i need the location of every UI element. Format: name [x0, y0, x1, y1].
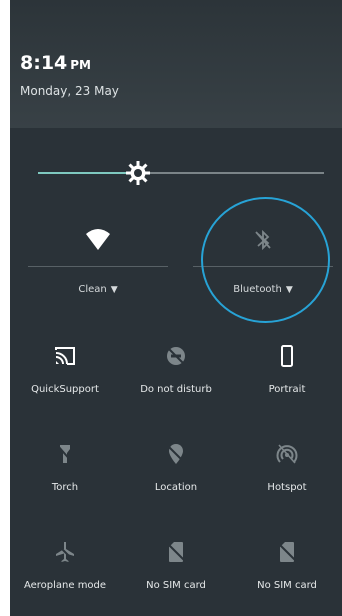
bluetooth-highlight-circle [201, 197, 330, 323]
clock[interactable]: 8:14 PM [20, 52, 91, 74]
tile-quicksupport[interactable]: QuickSupport [10, 338, 120, 408]
wifi-divider [28, 266, 168, 267]
do-not-disturb-icon [167, 347, 185, 365]
tile-torch[interactable]: Torch [10, 436, 120, 506]
wifi-toggle[interactable]: Clean ▼ [28, 222, 168, 312]
tile-location[interactable]: Location [121, 436, 231, 506]
hotspot-off-icon [276, 444, 298, 464]
tile-label: Hotspot [267, 482, 307, 493]
torch-off-icon [57, 445, 73, 463]
phone-portrait-icon [281, 345, 293, 367]
tile-label: No SIM card [257, 580, 317, 591]
brightness-slider[interactable] [38, 160, 324, 188]
tile-label: Aeroplane mode [23, 580, 107, 591]
date-text: Monday, 23 May [20, 84, 119, 98]
brightness-track-fill [38, 172, 139, 174]
tile-no-sim-1[interactable]: No SIM card [121, 534, 231, 604]
clock-time: 8:14 [20, 52, 68, 74]
brightness-icon[interactable] [125, 160, 151, 186]
clock-ampm: PM [70, 58, 92, 72]
chevron-down-icon: ▼ [110, 285, 118, 295]
wifi-icon[interactable] [84, 226, 112, 254]
tile-aeroplane-mode[interactable]: Aeroplane mode [10, 534, 120, 604]
tile-label: Torch [51, 482, 79, 493]
tile-label: Do not disturb [140, 384, 212, 395]
status-header: 8:14 PM Monday, 23 May [10, 0, 342, 128]
wifi-network-dropdown[interactable]: Clean ▼ [28, 284, 168, 295]
tile-hotspot[interactable]: Hotspot [232, 436, 342, 506]
location-off-icon [167, 444, 185, 464]
tile-portrait[interactable]: Portrait [232, 338, 342, 408]
tile-label: Portrait [268, 384, 306, 395]
cast-icon [55, 347, 75, 365]
airplane-off-icon [56, 542, 74, 562]
tile-no-sim-2[interactable]: No SIM card [232, 534, 342, 604]
tile-label: QuickSupport [31, 384, 99, 395]
quick-settings-panel: 8:14 PM Monday, 23 May Clean ▼ Bluetooth… [10, 0, 342, 616]
tile-label: Location [154, 482, 198, 493]
tile-do-not-disturb[interactable]: Do not disturb [121, 338, 231, 408]
wifi-label: Clean [78, 284, 107, 295]
tile-label: No SIM card [146, 580, 206, 591]
no-sim-icon [167, 542, 185, 562]
no-sim-icon [278, 542, 296, 562]
